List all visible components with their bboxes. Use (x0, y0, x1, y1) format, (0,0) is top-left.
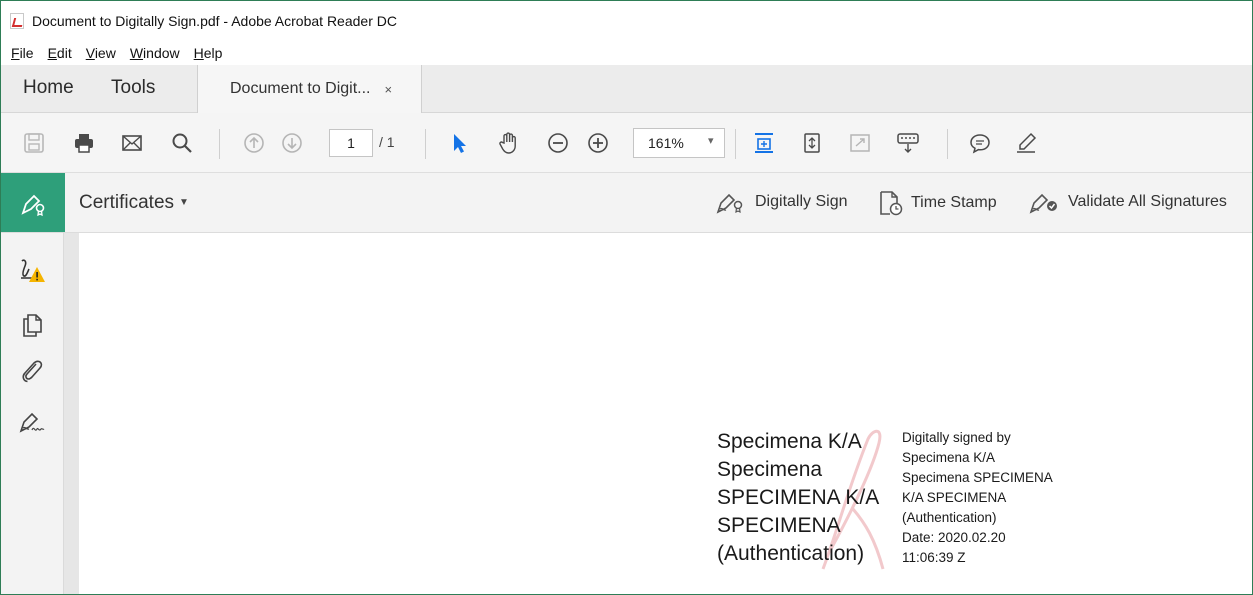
tab-home[interactable]: Home (23, 77, 74, 99)
digitally-sign-button[interactable]: Digitally Sign (715, 189, 847, 215)
panel-gutter (64, 233, 79, 594)
zoom-out-icon[interactable] (545, 130, 571, 156)
validate-all-signatures-button[interactable]: Validate All Signatures (1028, 189, 1227, 215)
signature-details-block[interactable]: Digitally signed by Specimena K/A Specim… (902, 428, 1053, 568)
email-icon[interactable] (119, 130, 145, 156)
certificates-toolbar: Certificates ▼ Digitally Sign Time Stamp … (1, 173, 1252, 233)
main-toolbar: 1 / 1 161% ▾ (1, 113, 1252, 173)
hand-icon[interactable] (495, 130, 521, 156)
signature-pen-icon[interactable] (18, 407, 46, 435)
signature-detail-line: (Authentication) (902, 510, 997, 525)
page-up-icon[interactable] (241, 130, 267, 156)
menu-bar: File Edit View Window Help (1, 41, 1252, 65)
signature-detail-line: Specimena SPECIMENA (902, 470, 1053, 485)
time-stamp-label: Time Stamp (911, 194, 997, 211)
keyboard-icon[interactable] (895, 130, 921, 156)
zoom-value: 161% (648, 135, 684, 151)
toolbar-separator (735, 129, 736, 159)
certificates-tool-icon[interactable] (1, 173, 65, 232)
search-icon[interactable] (169, 130, 195, 156)
time-stamp-icon (880, 191, 903, 216)
select-arrow-icon[interactable] (447, 130, 473, 156)
tab-tools[interactable]: Tools (111, 77, 155, 99)
left-navigation-panel (1, 233, 64, 594)
signature-detail-line: K/A SPECIMENA (902, 490, 1007, 505)
signature-name-line: SPECIMENA K/A (717, 486, 880, 509)
signature-detail-line: Digitally signed by (902, 430, 1011, 445)
close-tab-icon[interactable]: × (385, 82, 393, 97)
time-stamp-button[interactable]: Time Stamp (877, 189, 997, 217)
print-icon[interactable] (71, 130, 97, 156)
zoom-dropdown[interactable]: 161% ▾ (633, 128, 725, 158)
page-down-icon[interactable] (279, 130, 305, 156)
validate-all-signatures-label: Validate All Signatures (1068, 193, 1227, 210)
signature-name-line: SPECIMENA (717, 514, 841, 537)
toolbar-separator (219, 129, 220, 159)
highlight-icon[interactable] (1013, 130, 1039, 156)
menu-edit[interactable]: Edit (46, 45, 74, 61)
attachment-icon[interactable] (18, 357, 46, 385)
signature-detail-line: Date: 2020.02.20 (902, 530, 1006, 545)
full-screen-icon[interactable] (847, 130, 873, 156)
signature-name-block[interactable]: Specimena K/A Specimena SPECIMENA K/A SP… (717, 428, 879, 568)
comment-icon[interactable] (967, 130, 993, 156)
certificates-label: Certificates (79, 192, 175, 213)
acrobat-pdf-icon (10, 13, 24, 29)
zoom-in-icon[interactable] (585, 130, 611, 156)
toolbar-separator (947, 129, 948, 159)
fit-page-icon[interactable] (751, 130, 777, 156)
document-view[interactable] (79, 233, 1252, 594)
save-icon[interactable] (21, 130, 47, 156)
signature-detail-line: 11:06:39 Z (902, 550, 966, 565)
digitally-sign-icon (716, 193, 743, 214)
tab-document[interactable]: Document to Digit... × (197, 65, 422, 113)
window-title: Document to Digitally Sign.pdf - Adobe A… (32, 13, 397, 29)
signature-name-line: (Authentication) (717, 542, 865, 565)
signature-name-line: Specimena K/A (717, 430, 862, 453)
page-total: / 1 (379, 134, 395, 150)
signature-warning-icon[interactable] (18, 257, 46, 285)
tab-bar: Home Tools Document to Digit... × (1, 65, 1252, 113)
menu-file[interactable]: File (9, 45, 36, 61)
pages-icon[interactable] (18, 311, 46, 339)
menu-help[interactable]: Help (192, 45, 225, 61)
chevron-down-icon: ▼ (179, 197, 189, 208)
certificates-menu[interactable]: Certificates ▼ (79, 192, 189, 214)
signature-detail-line: Specimena K/A (902, 450, 996, 465)
signature-name-line: Specimena (717, 458, 823, 481)
chevron-down-icon: ▾ (708, 135, 714, 147)
scroll-mode-icon[interactable] (799, 130, 825, 156)
tab-document-label: Document to Digit... (230, 80, 371, 97)
acrobat-window: Document to Digitally Sign.pdf - Adobe A… (0, 0, 1253, 595)
validate-signatures-icon (1029, 193, 1057, 214)
title-bar: Document to Digitally Sign.pdf - Adobe A… (1, 1, 1252, 41)
page-number-input[interactable]: 1 (329, 129, 373, 157)
digitally-sign-label: Digitally Sign (755, 193, 848, 210)
menu-view[interactable]: View (84, 45, 118, 61)
menu-window[interactable]: Window (128, 45, 182, 61)
toolbar-separator (425, 129, 426, 159)
